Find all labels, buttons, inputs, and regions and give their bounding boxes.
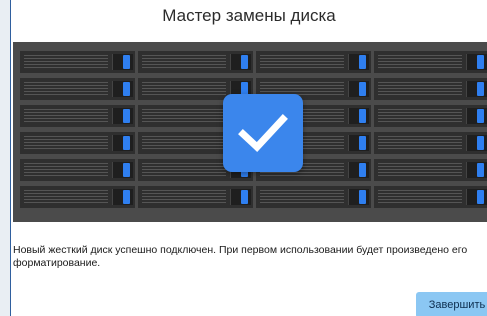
success-checkmark-badge xyxy=(223,94,303,172)
status-message: Новый жесткий диск успешно подключен. Пр… xyxy=(13,244,468,269)
drive-status-led xyxy=(123,136,130,150)
drive-bay-handle xyxy=(112,108,133,124)
drive-bay-handle xyxy=(112,54,133,70)
drive-bay xyxy=(20,105,135,127)
drive-status-led xyxy=(123,163,130,177)
drive-bay-vents xyxy=(260,190,344,204)
drive-bay-handle xyxy=(466,81,487,97)
drive-bay-vents xyxy=(378,109,462,123)
drive-bay xyxy=(20,78,135,100)
drive-status-led xyxy=(123,190,130,204)
drive-bay-handle xyxy=(112,135,133,151)
drive-status-led xyxy=(477,109,484,123)
drive-bay-vents xyxy=(142,109,226,123)
drive-bay-handle xyxy=(348,189,369,205)
drive-bay xyxy=(374,159,487,181)
drive-status-led xyxy=(359,190,366,204)
drive-status-led xyxy=(241,55,248,69)
drive-bay xyxy=(374,186,487,208)
drive-bay-vents xyxy=(24,109,108,123)
drive-bay-handle xyxy=(112,81,133,97)
drive-bay-handle xyxy=(112,189,133,205)
drive-bay xyxy=(20,159,135,181)
drive-status-led xyxy=(123,55,130,69)
drive-status-led xyxy=(359,55,366,69)
drive-bay xyxy=(20,132,135,154)
drive-bay xyxy=(138,186,253,208)
drive-bay-handle xyxy=(466,108,487,124)
drive-bay xyxy=(374,105,487,127)
drive-status-led xyxy=(359,82,366,96)
drive-bay-vents xyxy=(24,163,108,177)
drive-bay-vents xyxy=(378,163,462,177)
drive-bay-handle xyxy=(112,162,133,178)
drive-status-led xyxy=(123,82,130,96)
drive-bay-vents xyxy=(378,190,462,204)
disk-replacement-wizard-dialog: Мастер замены диска Новый жесткий диск у… xyxy=(10,0,487,316)
drive-bay-handle xyxy=(466,162,487,178)
drive-bay xyxy=(20,51,135,73)
checkmark-icon xyxy=(238,114,288,152)
drive-bay-vents xyxy=(24,190,108,204)
drive-bay xyxy=(374,51,487,73)
drive-bay-handle xyxy=(466,135,487,151)
drive-bay-vents xyxy=(142,82,226,96)
drive-bay-handle xyxy=(230,189,251,205)
drive-bay-handle xyxy=(348,54,369,70)
drive-bay-vents xyxy=(378,82,462,96)
drive-bay-vents xyxy=(142,190,226,204)
drive-bay-vents xyxy=(378,55,462,69)
drive-bay-handle xyxy=(466,54,487,70)
drive-bay xyxy=(374,78,487,100)
drive-bay xyxy=(256,186,371,208)
drive-bay-vents xyxy=(142,136,226,150)
drive-status-led xyxy=(241,190,248,204)
drive-bay-vents xyxy=(24,82,108,96)
drive-bay xyxy=(20,186,135,208)
drive-bay-vents xyxy=(142,55,226,69)
drive-status-led xyxy=(359,136,366,150)
drive-bay xyxy=(374,132,487,154)
drive-bay-vents xyxy=(142,163,226,177)
drive-bay-handle xyxy=(230,54,251,70)
drive-bay-vents xyxy=(24,55,108,69)
drive-status-led xyxy=(123,109,130,123)
drive-status-led xyxy=(477,163,484,177)
drive-status-led xyxy=(359,163,366,177)
drive-status-led xyxy=(477,55,484,69)
drive-bay-vents xyxy=(260,55,344,69)
drive-bay-handle xyxy=(466,189,487,205)
drive-bay-vents xyxy=(378,136,462,150)
drive-bay xyxy=(256,51,371,73)
drive-bay-handle xyxy=(348,108,369,124)
drive-status-led xyxy=(359,109,366,123)
drive-status-led xyxy=(477,190,484,204)
drive-bay xyxy=(138,51,253,73)
drive-bay-vents xyxy=(24,136,108,150)
drive-bay-handle xyxy=(348,162,369,178)
dialog-title: Мастер замены диска xyxy=(162,6,336,25)
drive-status-led xyxy=(477,82,484,96)
drive-status-led xyxy=(477,136,484,150)
finish-button[interactable]: Завершить xyxy=(416,292,487,316)
drive-bay-handle xyxy=(348,135,369,151)
drive-bay-handle xyxy=(348,81,369,97)
